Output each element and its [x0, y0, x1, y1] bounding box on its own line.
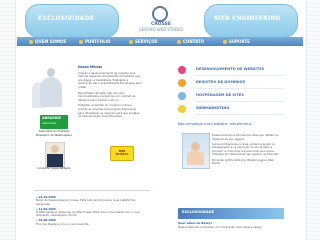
- nav-item-servicos[interactable]: SERVIÇOS: [129, 38, 158, 45]
- association-badge[interactable]: ABRAMGE Associados: [40, 115, 68, 129]
- globe-icon: [178, 79, 186, 87]
- nav-item-portfolio[interactable]: PORTFOLIO: [79, 38, 111, 45]
- header-tab-left: EXCLUSIVIDADE: [25, 4, 119, 38]
- promo-paragraph: Somos profissionais na área, podemos aju…: [212, 142, 279, 157]
- people-illustration: [32, 68, 64, 108]
- mission-paragraph: Trabalhar no âmbito do comércio online e…: [78, 104, 140, 119]
- silhouette-body: [40, 77, 62, 107]
- promo-panel: Não complique o seu trabalho, transforme…: [178, 122, 282, 194]
- header: EXCLUSIVIDADE CROSSE LEGIVIO WEB STUDIO …: [17, 4, 303, 38]
- service-underline: [196, 114, 284, 115]
- star-icon: [178, 105, 186, 113]
- promo-paragraph: Produção gráfica feita por Otiberto Legi…: [212, 158, 274, 166]
- service-item-websites[interactable]: DESENVOLVIMENTO DE WEBSITES: [178, 66, 286, 78]
- header-tab-right-label: WEB ENGINEERING: [214, 15, 281, 22]
- bullet-icon: [29, 40, 33, 44]
- mission-paragraph: Para Missão não está mais em uma funcion…: [78, 91, 136, 102]
- nav-item-suporte[interactable]: SUPORTE: [223, 38, 250, 45]
- service-label: WEBMARKETING: [196, 106, 230, 110]
- divider: [34, 190, 150, 191]
- mission-title: Nossa Missão: [78, 65, 103, 69]
- nav-item-label: CONTATO: [183, 39, 205, 44]
- nav-item-contato[interactable]: CONTATO: [177, 38, 204, 45]
- news-text: Modo do Desenvolvedor Crosse. Está tudo …: [36, 198, 135, 206]
- body: [187, 151, 204, 165]
- service-label: REGISTRO DE DOMÍNIOS: [196, 80, 246, 84]
- promo-paragraph: Desenvolvemos e formulamos sites que ref…: [212, 134, 279, 141]
- nav-item-label: SERVIÇOS: [135, 39, 158, 44]
- bullet-icon: [129, 40, 133, 44]
- face: [191, 142, 200, 151]
- logo-line2: LEGIVIO WEB STUDIO: [139, 27, 183, 32]
- logo-ring-icon: [152, 6, 168, 22]
- main-nav: QUEM SOMOS PORTFOLIO SERVIÇOS CONTATO SU…: [17, 37, 303, 46]
- badge-caption: Associado ao Instituto Brasileiro de Web…: [36, 129, 72, 137]
- nav-item-quem-somos[interactable]: QUEM SOMOS: [29, 38, 66, 45]
- bullet-icon: [79, 40, 83, 44]
- news-text: O Web Designer Versionar do Site Crosse.…: [36, 210, 140, 218]
- service-underline: [196, 101, 284, 102]
- server-icon: [178, 92, 186, 100]
- question-heading[interactable]: Quer saber de Bazzy?: [178, 221, 284, 225]
- bullet-icon: [223, 40, 227, 44]
- nav-item-label: SUPORTE: [229, 39, 250, 44]
- award-badge-label: WEB ESTRELA: [115, 150, 129, 156]
- news-list: 24.10.2009 Modo do Desenvolvedor Crosse.…: [36, 195, 148, 227]
- service-item-webmarketing[interactable]: WEBMARKETING: [178, 105, 286, 117]
- news-item[interactable]: 24.10.2009 Modo do Desenvolvedor Crosse.…: [36, 195, 148, 206]
- service-label: DESENVOLVIMENTO DE WEBSITES: [196, 67, 265, 71]
- nav-item-label: PORTFOLIO: [85, 39, 111, 44]
- badge-subtitle: Associados: [42, 122, 57, 125]
- bullet-icon: [177, 40, 181, 44]
- header-tab-left-label: EXCLUSIVIDADE: [38, 15, 95, 22]
- consultant-caption: Consultor especializado: [37, 166, 71, 170]
- service-underline: [196, 75, 284, 76]
- news-text: Fino dos Designer criou o novo suporte.: [36, 221, 90, 226]
- consultant-photo: [45, 142, 65, 168]
- face: [51, 145, 59, 153]
- mission-text: Nossa Missão Criação e desenvolvimento d…: [78, 65, 142, 121]
- mission-paragraph: Criação e desenvolvimento de projetos pa…: [78, 71, 142, 89]
- silhouette-head: [47, 68, 55, 77]
- service-item-hospedagem[interactable]: HOSPEDAGEM DE SITES: [178, 92, 286, 104]
- page: EXCLUSIVIDADE CROSSE LEGIVIO WEB STUDIO …: [0, 0, 320, 240]
- logo[interactable]: CROSSE LEGIVIO WEB STUDIO: [139, 6, 183, 32]
- exclusividade-bar: EXCLUSIVIDADE: [178, 208, 284, 219]
- promo-photo: [182, 133, 210, 169]
- nav-item-label: QUEM SOMOS: [35, 39, 67, 44]
- promo-title: Não complique o seu trabalho, transforme…: [178, 122, 253, 126]
- promo-text: Desenvolvemos e formulamos sites que ref…: [212, 134, 282, 167]
- service-label: HOSPEDAGEM DE SITES: [196, 93, 244, 97]
- news-item[interactable]: 12.09.2009 O Web Designer Versionar do S…: [36, 207, 148, 218]
- services-menu: DESENVOLVIMENTO DE WEBSITES REGISTRO DE …: [178, 66, 286, 118]
- header-tab-right: WEB ENGINEERING: [204, 4, 298, 38]
- award-badge[interactable]: WEB ESTRELA: [110, 146, 134, 161]
- service-underline: [196, 88, 284, 89]
- news-item[interactable]: 01.08.2009 Fino dos Designer criou o nov…: [36, 218, 148, 226]
- flower-icon: [178, 66, 186, 74]
- service-item-dominios[interactable]: REGISTRO DE DOMÍNIOS: [178, 79, 286, 91]
- question-answer: Nossos sites são produzidos com dedicaçã…: [178, 226, 263, 229]
- bar-label: EXCLUSIVIDADE: [182, 210, 215, 214]
- badge-title: ABRAMGE: [42, 116, 61, 120]
